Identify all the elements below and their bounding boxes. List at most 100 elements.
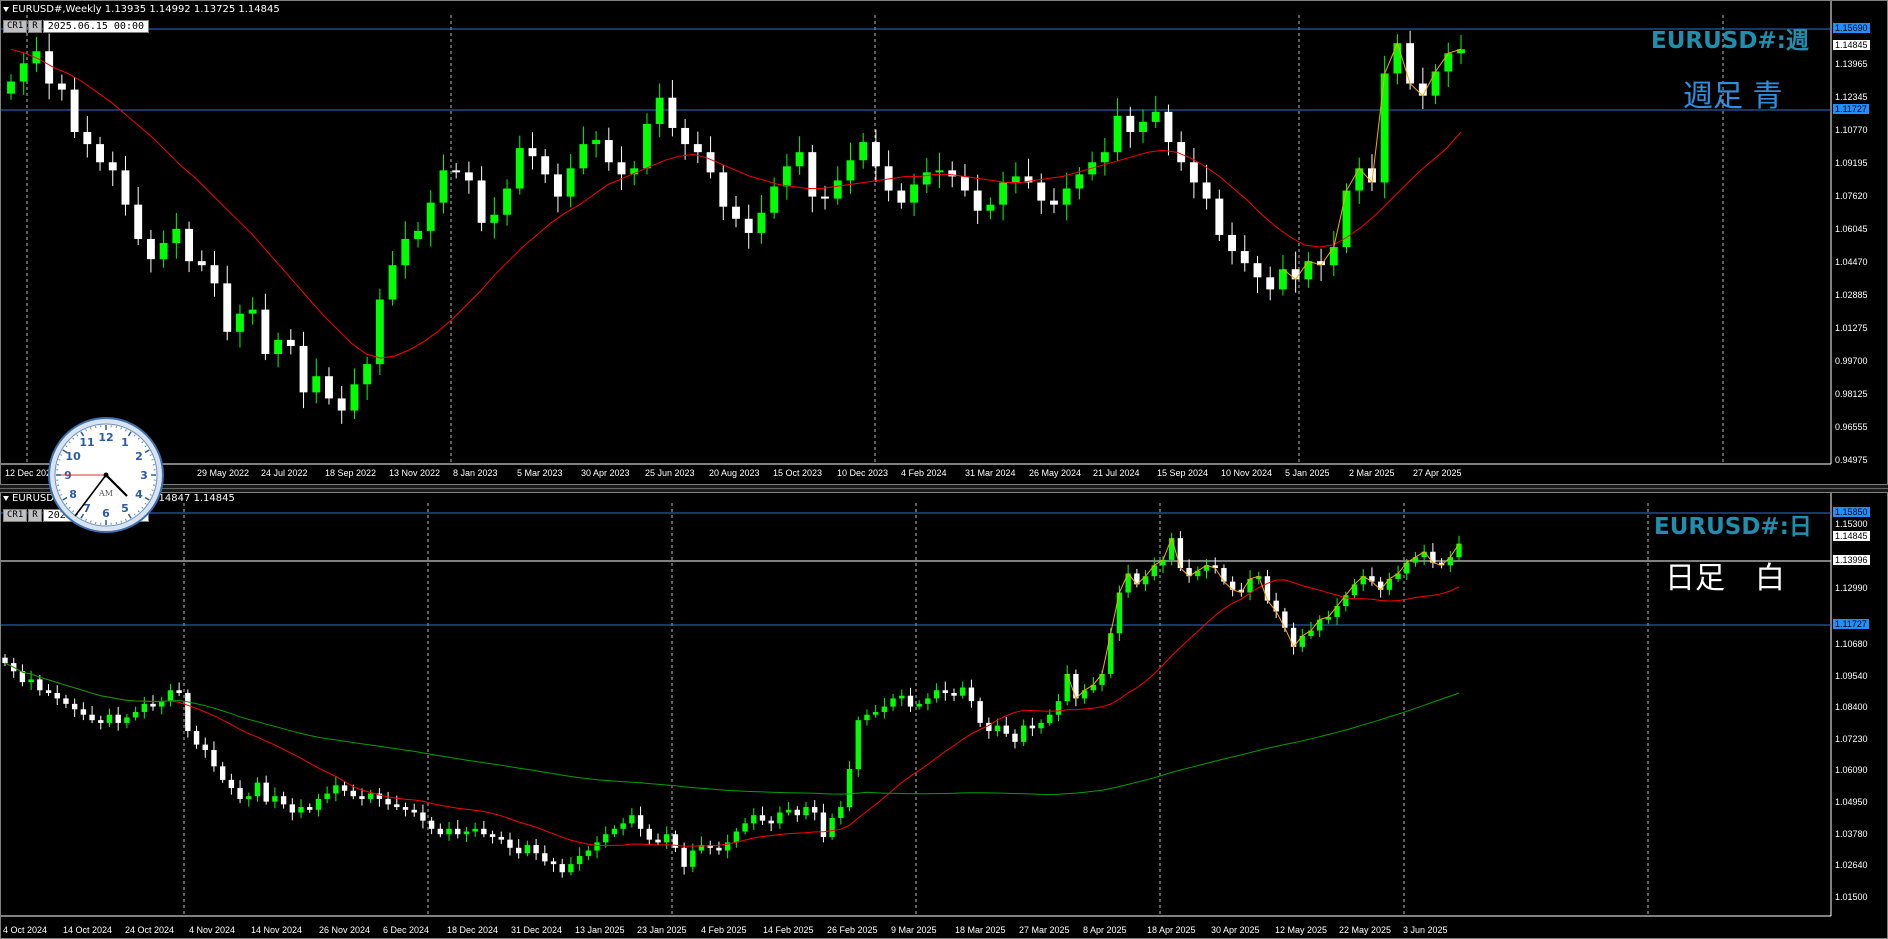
candle-body [299,345,308,393]
candle-body [1073,673,1079,699]
cr1-button[interactable]: CR1 [3,19,28,33]
daily-chart-canvas[interactable] [1,493,1888,939]
candle-body [71,703,78,710]
candle-body [1012,733,1018,742]
candle-body [106,714,113,723]
candle-body [620,823,626,829]
pane-separator[interactable] [0,485,1888,492]
candle-body [829,817,835,837]
candle-body [80,709,87,715]
candle-body [1100,152,1109,163]
candle-body [1047,714,1053,723]
clock-number: 4 [135,488,143,501]
candle-body [1264,576,1271,601]
date-label: 18 Sep 2022 [325,468,377,478]
date-label: 18 Apr 2025 [1147,925,1196,935]
date-display[interactable]: 2025.06.15 00:00 [42,19,150,33]
candle-body [951,692,957,696]
candle-body [664,834,670,843]
candle-body [108,162,117,171]
price-label: 0.96555 [1835,422,1868,432]
candle-body [307,807,313,810]
daily-chart-pane[interactable]: EURUSD1.14847 1.14845 CR1 R 2025.06.18 0… [0,492,1888,939]
candle-body [1038,722,1044,729]
candle-body [1266,277,1275,290]
candle-body [533,845,539,854]
candle-body [54,692,60,699]
r-button[interactable]: R [28,19,42,33]
daily-price-axis[interactable]: 1.15300 1.12990 1.10680 1.09540 1.08400 1.072… [1831,493,1887,925]
candle-body [325,376,333,399]
weekly-date-axis[interactable]: 12 Dec 20212229 May 202224 Jul 202218 Se… [1,468,1831,482]
candle-body [472,828,478,832]
candle-body [202,744,208,751]
price-tag-high: 1.15690 [1833,23,1870,33]
candle-body [977,701,983,723]
price-label: 0.94975 [1835,455,1868,465]
weekly-chart-canvas[interactable] [1,1,1888,485]
candle-body [617,162,626,175]
date-label: 26 Nov 2024 [319,925,371,935]
analog-clock-icon[interactable]: 121234567891011AM [47,416,165,534]
weekly-toolbar: CR1 R 2025.06.15 00:00 [3,19,150,33]
candle-body [286,339,295,346]
candle-body [63,698,69,704]
candle-body [141,703,148,712]
separator-grip[interactable] [0,488,1888,489]
candle-body [1003,725,1009,734]
candle-body [968,687,975,702]
candle-body [150,703,156,707]
candle-body [1393,43,1402,74]
date-label: 15 Sep 2024 [1157,468,1209,478]
cr1-button[interactable]: CR1 [3,508,28,522]
candle-body [385,798,391,805]
price-label: 1.12990 [1835,583,1868,593]
candle-body [337,398,346,411]
date-label: 24 Jul 2022 [261,468,308,478]
candle-body [524,845,531,854]
candle-body [559,864,565,873]
price-label: 1.09195 [1835,158,1868,168]
daily-date-axis[interactable]: 4 Oct 2024 14 Oct 2024 24 Oct 2024 4 Nov 20… [1,925,1831,938]
candle-body [1020,725,1027,742]
candle-body [402,807,409,810]
candle-body [210,265,219,284]
candle-body [838,807,844,818]
date-label: 12 May 2025 [1275,925,1328,935]
date-label: 5 Mar 2023 [517,468,563,478]
candle-body [872,712,879,715]
candle-body [960,687,966,696]
candle-body [367,793,374,799]
candle-body [999,182,1008,205]
candle-body [833,180,842,199]
candle-body [1444,53,1453,72]
candle-body [1075,174,1084,189]
r-button[interactable]: R [28,508,42,522]
price-tag-current: 1.14845 [1833,531,1870,541]
candle-body [490,214,499,223]
candle-body [681,847,687,867]
candle-body [363,364,372,385]
date-label: 18 Mar 2025 [955,925,1006,935]
weekly-chart-pane[interactable]: EURUSD#,Weekly 1.13935 1.14992 1.13725 1… [0,0,1888,485]
candle-body [437,828,444,835]
collapse-triangle-icon[interactable] [3,6,9,12]
collapse-triangle-icon[interactable] [3,495,9,501]
candle-body [280,796,287,805]
candle-body [298,807,304,813]
candle-body [732,206,740,219]
candle-body [1431,71,1440,96]
weekly-symbol-title: EURUSD#:週 [1651,28,1809,54]
candle-body [420,812,426,821]
candle-body [1291,269,1300,280]
candle-body [1164,111,1173,143]
candle-body [751,815,757,824]
candle-body [375,299,384,365]
date-label: 30 Apr 2023 [581,468,630,478]
weekly-price-axis[interactable]: 1.13965 1.12345 1.10770 1.09195 1.07620 1.060… [1831,1,1887,471]
date-label: 24 Oct 2024 [125,925,175,935]
candle-body [757,212,766,233]
candle-body [70,89,79,132]
candle-body [785,809,792,813]
candle-body [1062,188,1071,205]
